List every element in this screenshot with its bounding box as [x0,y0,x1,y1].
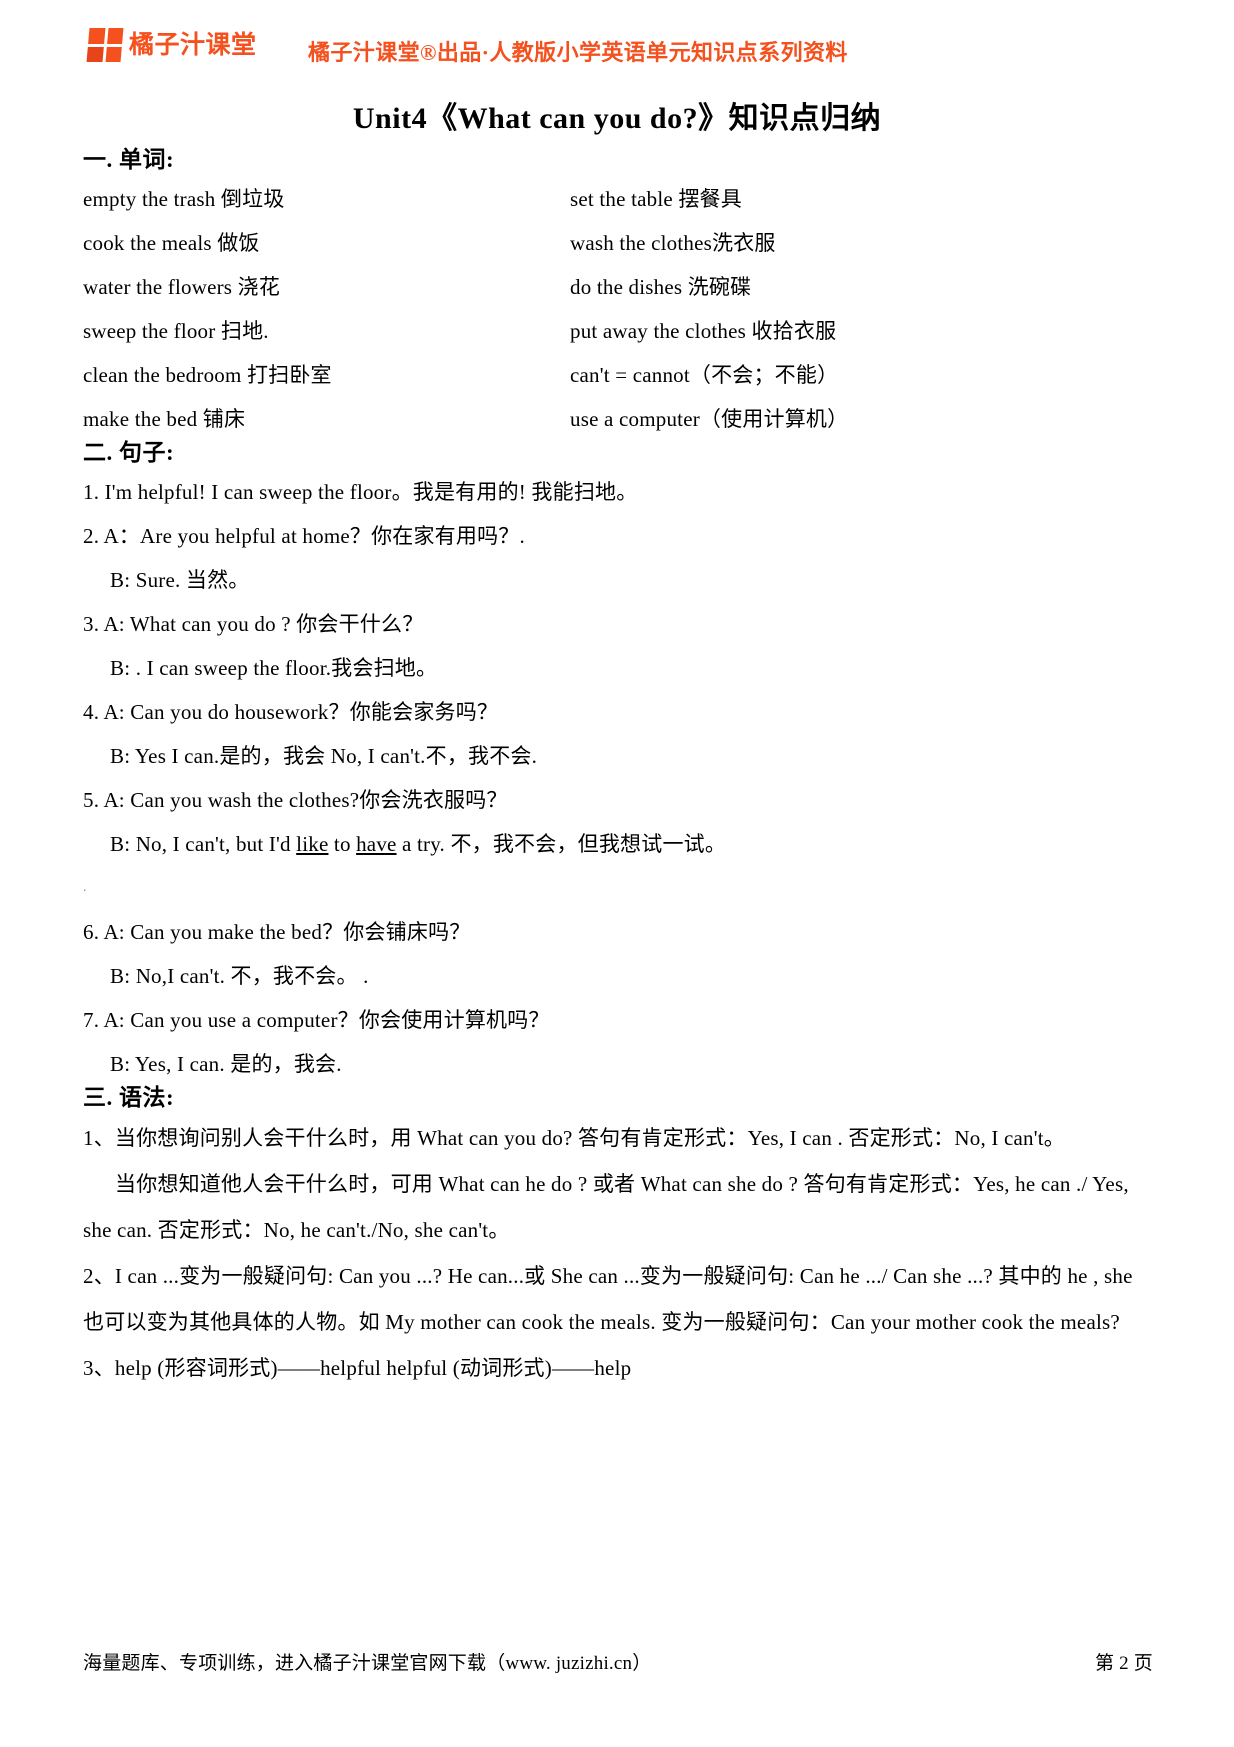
vocabulary-item: sweep the floor 扫地. [83,319,269,343]
vocabulary-item: clean the bedroom 打扫卧室 [83,363,332,387]
sentence-line: B: Yes, I can. 是的，我会. [110,1052,342,1076]
sentence-line: 4. A: Can you do housework？你能会家务吗？ [83,700,499,724]
vocabulary-item: wash the clothes洗衣服 [570,231,776,255]
vocabulary-item: can't = cannot（不会；不能） [570,363,839,387]
sentence-line: B: Yes I can.是的，我会 No, I can't.不，我不会. [110,744,538,768]
vocabulary-item: set the table 摆餐具 [570,187,742,211]
vocabulary-item: do the dishes 洗碗碟 [570,275,752,299]
sentence-line-underlined: B: No, I can't, but I'd like to have a t… [110,832,727,856]
section-heading-sentences: 二. 句子: [83,440,175,465]
vocabulary-item: cook the meals 做饭 [83,231,260,255]
page-header: 橘子汁课堂 橘子汁课堂®出品·人教版小学英语单元知识点系列资料 [0,22,1234,78]
grammar-paragraph: 3、help (形容词形式)——helpful helpful (动词形式)——… [83,1356,632,1380]
sentence-line: 3. A: What can you do ? 你会干什么？ [83,612,424,636]
sentence-line: B: No,I can't. 不，我不会。 . [110,964,369,988]
document-page: 橘子汁课堂 橘子汁课堂®出品·人教版小学英语单元知识点系列资料 Unit4《Wh… [0,0,1234,1747]
footer-promo-text: 海量题库、专项训练，进入橘子汁课堂官网下载（www. juzizhi.cn） [83,1653,652,1674]
section-heading-vocabulary: 一. 单词: [83,147,175,172]
sentence-line: 6. A: Can you make the bed？你会铺床吗？ [83,920,471,944]
grammar-paragraph: 当你想知道他人会干什么时，可用 What can he do ? 或者 What… [83,1172,1129,1242]
vocabulary-item: make the bed 铺床 [83,407,246,431]
grammar-paragraph: 2、I can ...变为一般疑问句: Can you ...? He can.… [83,1264,1133,1334]
grammar-paragraph: 1、当你想询问别人会干什么时，用 What can you do? 答句有肯定形… [83,1126,1065,1150]
document-body: 一. 单词: empty the trash 倒垃圾 set the table… [83,148,1153,1391]
sentence-line: 7. A: Can you use a computer？你会使用计算机吗？ [83,1008,550,1032]
sentence-line: 1. I'm helpful! I can sweep the floor。我是… [83,480,638,504]
grammar-list: 1、当你想询问别人会干什么时，用 What can you do? 答句有肯定形… [83,1115,1153,1391]
page-title: Unit4《What can you do?》知识点归纳 [352,102,882,135]
sentence-list: 1. I'm helpful! I can sweep the floor。我是… [83,470,1153,1086]
vocabulary-item: use a computer（使用计算机） [570,407,849,431]
vocabulary-item: empty the trash 倒垃圾 [83,187,285,211]
sentence-line: 2. A：Are you helpful at home？你在家有用吗？. [83,524,525,548]
sentence-line: B: Sure. 当然。 [110,568,250,592]
four-square-grid-logo-icon [86,28,124,62]
header-tagline: 橘子汁课堂®出品·人教版小学英语单元知识点系列资料 [308,40,848,65]
vocabulary-list: empty the trash 倒垃圾 set the table 摆餐具 co… [83,177,1153,441]
vocabulary-item: put away the clothes 收拾衣服 [570,319,837,343]
vocabulary-item: water the flowers 浇花 [83,275,281,299]
brand-logo: 橘子汁课堂 [86,28,257,62]
sentence-line: 5. A: Can you wash the clothes?你会洗衣服吗？ [83,788,508,812]
brand-logo-text: 橘子汁课堂 [129,31,257,59]
sentence-line: B: . I can sweep the floor.我会扫地。 [110,656,438,680]
page-footer: 海量题库、专项训练，进入橘子汁课堂官网下载（www. juzizhi.cn） 第… [83,1648,1153,1675]
stray-mark: . [83,880,87,895]
page-number: 第 2 页 [1094,1653,1153,1674]
section-heading-grammar: 三. 语法: [83,1085,175,1110]
